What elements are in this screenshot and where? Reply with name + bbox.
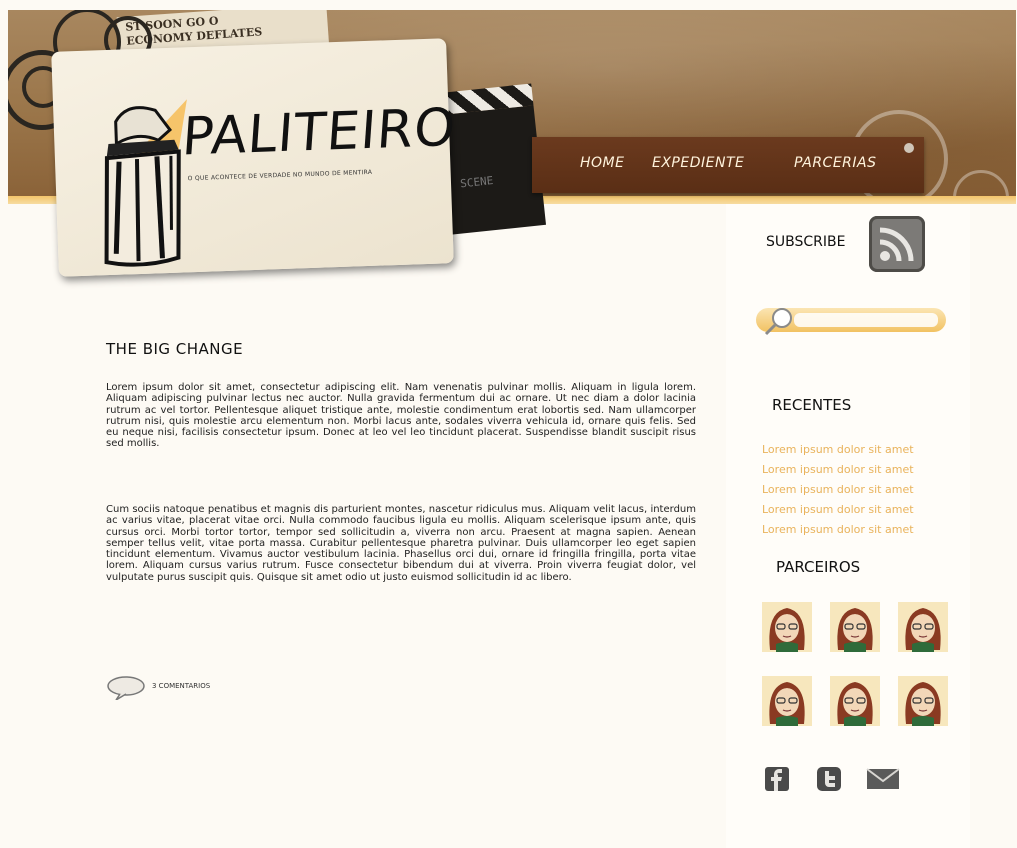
- partner-avatar[interactable]: [830, 676, 880, 726]
- post-paragraph: Lorem ipsum dolor sit amet, consectetur …: [106, 382, 696, 450]
- partner-avatar[interactable]: [762, 676, 812, 726]
- mail-icon[interactable]: [866, 766, 900, 792]
- comments-count: 3 COMENTARIOS: [152, 682, 211, 690]
- recent-post-link[interactable]: Lorem ipsum dolor sit amet: [762, 440, 914, 460]
- post-title[interactable]: THE BIG CHANGE: [106, 340, 243, 358]
- search-bar: [756, 308, 946, 336]
- nav-item-parcerias[interactable]: PARCERIAS: [794, 155, 877, 171]
- recent-post-link[interactable]: Lorem ipsum dolor sit amet: [762, 480, 914, 500]
- cartoon-face-icon: [837, 608, 873, 652]
- cartoon-face-icon: [837, 682, 873, 726]
- cartoon-face-icon: [769, 608, 805, 652]
- clapper-label: SCENE: [459, 174, 494, 191]
- rss-icon[interactable]: [869, 216, 925, 272]
- main-content: THE BIG CHANGE Lorem ipsum dolor sit ame…: [38, 210, 726, 848]
- partners-title: PARCEIROS: [776, 558, 861, 576]
- recent-posts-title: RECENTES: [772, 396, 852, 414]
- cartoon-face-icon: [769, 682, 805, 726]
- nav-item-expediente[interactable]: EXPEDIENTE: [652, 155, 744, 171]
- twitter-icon[interactable]: [816, 766, 842, 792]
- recent-posts-list: Lorem ipsum dolor sit amet Lorem ipsum d…: [762, 440, 914, 540]
- sidebar: SUBSCRIBE RECENTES Lorem ipsum dolor sit…: [726, 204, 970, 848]
- site-logo-title: PALITEIRO: [180, 97, 459, 168]
- partner-avatar[interactable]: [762, 602, 812, 652]
- pin-icon: [904, 143, 914, 153]
- search-input[interactable]: [794, 313, 938, 327]
- facebook-icon[interactable]: [764, 766, 790, 792]
- recent-post-link[interactable]: Lorem ipsum dolor sit amet: [762, 520, 914, 540]
- comments-link[interactable]: 3 COMENTARIOS: [106, 676, 266, 701]
- site-tagline: O QUE ACONTECE DE VERDADE NO MUNDO DE ME…: [187, 168, 373, 183]
- subscribe-label: SUBSCRIBE: [766, 234, 846, 250]
- speech-bubble-icon: [107, 676, 145, 701]
- cartoon-face-icon: [905, 608, 941, 652]
- partner-avatar[interactable]: [830, 602, 880, 652]
- partner-avatar[interactable]: [898, 602, 948, 652]
- recent-post-link[interactable]: Lorem ipsum dolor sit amet: [762, 460, 914, 480]
- nav-item-home[interactable]: HOME: [580, 155, 624, 171]
- rss-glyph: [879, 227, 914, 262]
- post-paragraph: Cum sociis natoque penatibus et magnis d…: [106, 504, 696, 583]
- cartoon-face-icon: [905, 682, 941, 726]
- main-nav: HOME EXPEDIENTE PARCERIAS: [532, 137, 924, 193]
- partner-avatar[interactable]: [898, 676, 948, 726]
- magnifier-icon[interactable]: [762, 304, 796, 338]
- recent-post-link[interactable]: Lorem ipsum dolor sit amet: [762, 500, 914, 520]
